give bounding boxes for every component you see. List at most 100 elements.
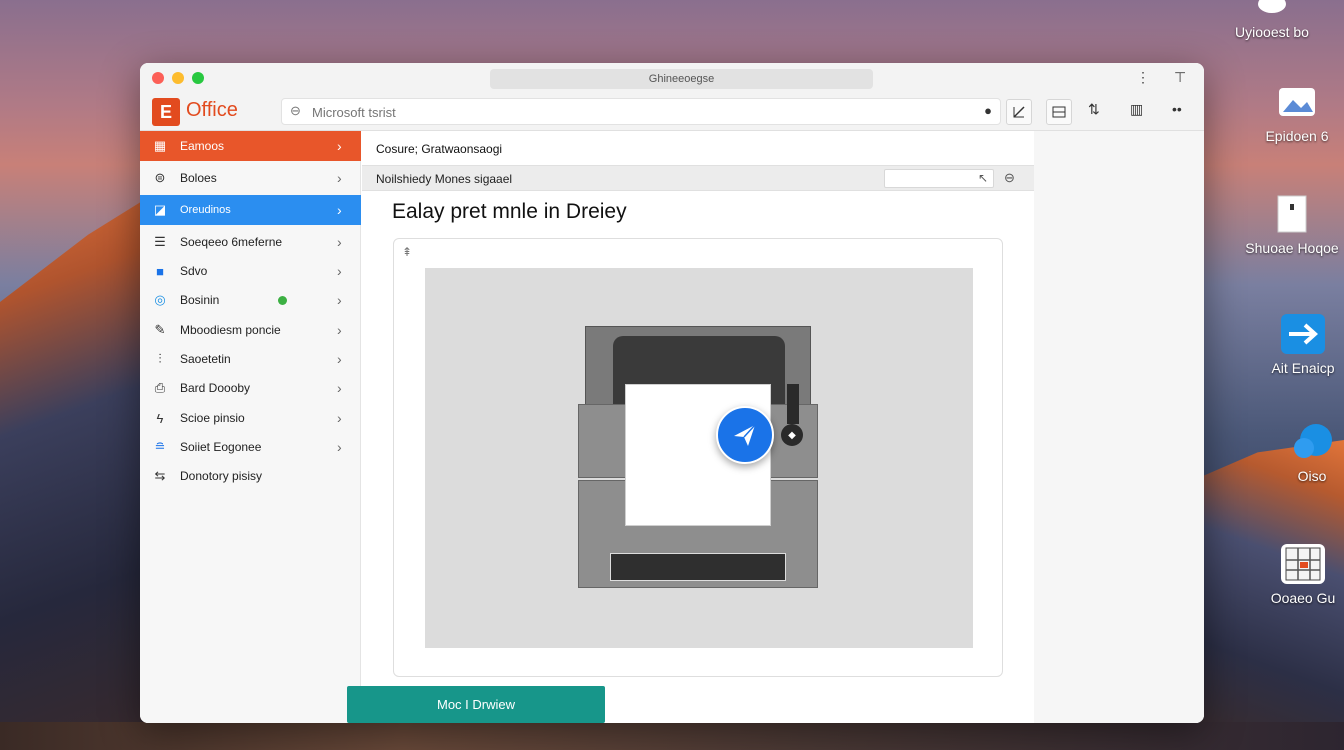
database-icon: ⊜ <box>154 170 166 185</box>
stack-icon: ≘ <box>154 439 166 454</box>
share-icon[interactable]: ⇅ <box>1088 101 1100 118</box>
chevron-right-icon: › <box>337 263 342 279</box>
search-icon: ⊖ <box>290 103 301 118</box>
chevron-right-icon: › <box>337 322 342 338</box>
circle-icon: ◎ <box>154 292 166 307</box>
inbox-icon: ◪ <box>153 202 167 217</box>
desktop-icon-4[interactable]: Oiso <box>1280 422 1344 484</box>
title-bar: Ghineeoegse ⋮ ⊤ <box>140 63 1204 93</box>
grid-icon: ▦ <box>153 138 167 153</box>
chevron-right-icon: › <box>337 380 342 396</box>
sidebar-item-label: Soeqeeo 6meferne <box>180 235 283 249</box>
chat-icon <box>1290 422 1334 462</box>
print-preview-button[interactable]: Moc I Drwiew <box>347 686 605 723</box>
sidebar-item-1[interactable]: ⊜ Boloes › <box>140 163 361 193</box>
chevron-right-icon: › <box>337 138 342 154</box>
sidebar-item-label: Saoetetin <box>180 352 231 366</box>
settings-icon[interactable]: ⊖ <box>1004 170 1015 186</box>
pin-icon[interactable]: ⇞ <box>402 245 412 259</box>
cloud-icon <box>1250 0 1294 18</box>
sliders-icon: ⫶ <box>158 351 162 366</box>
search-input[interactable] <box>312 102 952 122</box>
app-toolbar: E Office ⊖ ● ⇅ ▥ •• <box>140 93 1204 131</box>
desktop-wallpaper-ground <box>0 722 1344 750</box>
chevron-right-icon: › <box>337 292 342 308</box>
edit-icon[interactable] <box>1006 99 1032 125</box>
chevron-right-icon: › <box>337 439 342 455</box>
grid-icon <box>1281 544 1325 584</box>
clear-icon[interactable]: ↖ <box>978 171 988 185</box>
sidebar-item-0[interactable]: ▦ Eamoos › <box>140 131 361 161</box>
desktop-wallpaper-mountain-left <box>0 190 160 750</box>
book-icon[interactable]: ▥ <box>1130 101 1143 118</box>
sidebar-item-3[interactable]: ☰ Soeqeeo 6meferne › <box>140 227 361 257</box>
desktop-icon-label: Oiso <box>1297 468 1327 484</box>
bolt-icon: ϟ <box>156 410 164 426</box>
desktop-icon-label: Ooaeo Gu <box>1270 590 1336 606</box>
desktop-icon-3[interactable]: Ait Enaicp <box>1262 314 1344 376</box>
more-horizontal-icon[interactable]: •• <box>1172 101 1182 117</box>
printer-tray <box>610 553 786 581</box>
sidebar-item-8[interactable]: ⎙ Bard Doooby › <box>140 373 361 403</box>
sidebar-item-label: Bard Doooby <box>180 381 251 395</box>
desktop-icon-5[interactable]: Ooaeo Gu <box>1262 544 1344 606</box>
search-bar[interactable]: ⊖ ● <box>281 98 1001 125</box>
layout-icon[interactable] <box>1046 99 1072 125</box>
main-content: Cosure; Gratwaonsaogi Noilshiedy Mones s… <box>362 131 1034 723</box>
arrow-icon <box>1281 314 1325 354</box>
sidebar-item-4[interactable]: ■ Sdvo › <box>140 256 361 286</box>
chevron-right-icon: › <box>337 170 342 186</box>
filter-row: Noilshiedy Mones sigaael ↖ ⊖ <box>362 165 1034 191</box>
window-title: Ghineeoegse <box>490 69 873 89</box>
office-logo-icon: E <box>152 98 180 126</box>
app-window: Ghineeoegse ⋮ ⊤ E Office ⊖ ● ⇅ ▥ •• ▦ Ea… <box>140 63 1204 723</box>
sidebar-item-9[interactable]: ϟ Scioe pinsio › <box>140 403 361 433</box>
sidebar-item-6[interactable]: ✎ Mboodiesm poncie › <box>140 315 361 345</box>
sidebar-item-label: Eamoos <box>180 139 225 153</box>
sidebar-item-label: Sdvo <box>180 264 208 278</box>
more-vertical-icon[interactable]: ⋮ <box>1136 69 1150 86</box>
desktop-icon-1[interactable]: Epidoen 6 <box>1250 82 1344 144</box>
sidebar-item-label: Soiiet Eogonee <box>180 440 262 454</box>
chevron-right-icon: › <box>337 351 342 367</box>
sidebar-item-label: Mboodiesm poncie <box>180 323 281 337</box>
zoom-window-button[interactable] <box>192 72 204 84</box>
folder-icon: ■ <box>156 263 164 279</box>
printer-preview: ◆ <box>425 268 973 648</box>
printer-icon: ⎙ <box>154 380 166 395</box>
sidebar-item-label: Scioe pinsio <box>180 411 245 425</box>
document-icon <box>1270 194 1314 234</box>
page-title: Ealay pret mnle in Dreiey <box>392 200 627 223</box>
sidebar-item-label: Bosinin <box>180 293 220 307</box>
account-icon[interactable]: ● <box>984 103 992 118</box>
chevron-right-icon: › <box>337 410 342 426</box>
sidebar-item-2[interactable]: ◪ Oreudinos › <box>140 195 361 225</box>
minimize-window-button[interactable] <box>172 72 184 84</box>
link-icon: ⇆ <box>154 468 166 483</box>
desktop-icon-label: Shuoae Hoqoe <box>1245 240 1339 256</box>
chevron-right-icon: › <box>337 202 342 218</box>
pin-icon[interactable]: ⊤ <box>1174 69 1186 86</box>
desktop-icon-label: Epidoen 6 <box>1265 128 1329 144</box>
sidebar-item-label: Donotory pisisy <box>180 469 263 483</box>
image-icon <box>1275 82 1319 122</box>
app-name: Office <box>186 99 238 121</box>
sidebar: ▦ Eamoos › ⊜ Boloes › ◪ Oreudinos › ☰ So… <box>140 131 361 723</box>
desktop-icon-2[interactable]: Shuoae Hoqoe <box>1240 194 1344 256</box>
sidebar-item-10[interactable]: ≘ Soiiet Eogonee › <box>140 432 361 462</box>
status-badge <box>278 295 287 305</box>
close-window-button[interactable] <box>152 72 164 84</box>
filter-input[interactable]: ↖ <box>884 169 994 188</box>
right-pane <box>1034 131 1204 723</box>
sidebar-item-7[interactable]: ⫶ Saoetetin › <box>140 344 361 374</box>
sidebar-item-5[interactable]: ◎ Bosinin › <box>140 285 361 315</box>
sidebar-item-label: Boloes <box>180 171 217 185</box>
breadcrumb: Cosure; Gratwaonsaogi <box>376 142 503 156</box>
sidebar-item-11[interactable]: ⇆ Donotory pisisy <box>140 461 361 491</box>
sidebar-item-label: Oreudinos <box>180 204 231 216</box>
list-icon: ☰ <box>154 234 166 249</box>
desktop-icon-label: Uyiooest bo <box>1235 24 1309 40</box>
send-icon[interactable] <box>716 406 774 464</box>
printer-knob-icon: ◆ <box>781 424 803 446</box>
desktop-icon-0[interactable]: Uyiooest bo <box>1200 0 1344 40</box>
